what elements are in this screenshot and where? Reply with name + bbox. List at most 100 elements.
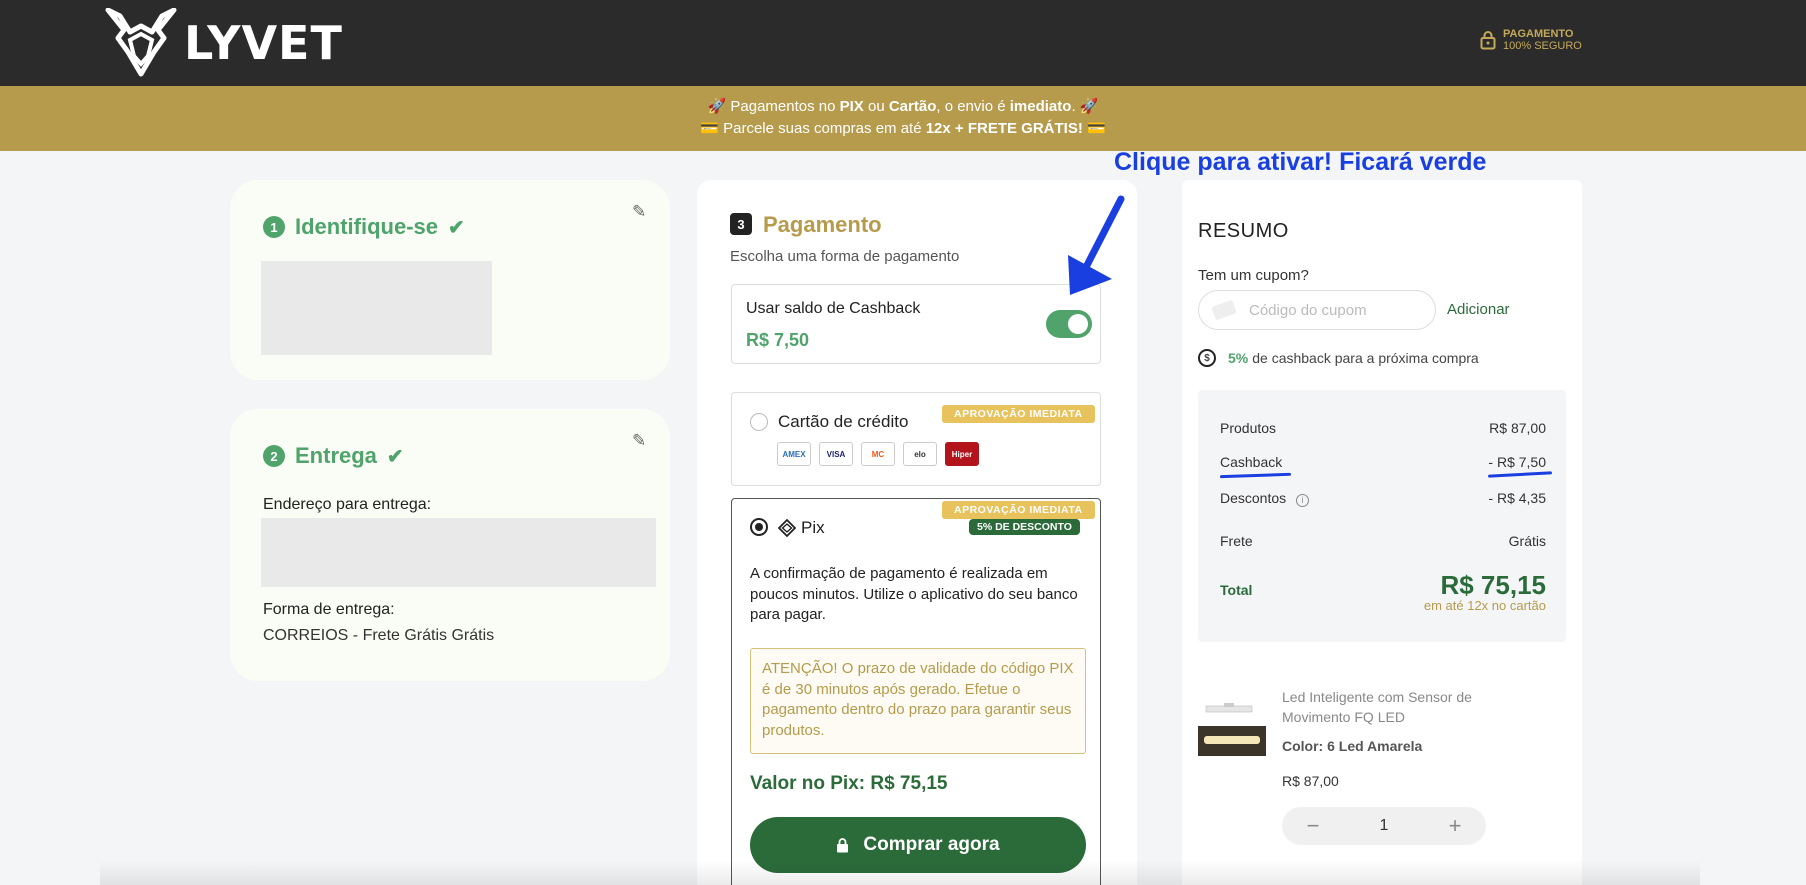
logo[interactable]: LYVET bbox=[104, 8, 343, 78]
delivery-card: 2 Entrega ✔ ✎ Endereço para entrega: For… bbox=[230, 409, 670, 681]
cashback-label: Usar saldo de Cashback bbox=[746, 300, 921, 317]
cashback-info: $ 5% de cashback para a próxima compra bbox=[1198, 349, 1479, 367]
annotation-arrow-icon bbox=[1068, 195, 1125, 295]
secure-line1: PAGAMENTO bbox=[1503, 28, 1574, 40]
product-price: R$ 87,00 bbox=[1282, 773, 1339, 789]
dollar-coin-icon: $ bbox=[1198, 349, 1216, 367]
total-row-shipping: Frete Grátis bbox=[1220, 533, 1546, 549]
promo-text: 🚀 Pagamentos no bbox=[707, 98, 840, 115]
coupon-question: Tem um cupom? bbox=[1198, 267, 1309, 284]
plus-icon[interactable]: + bbox=[1444, 813, 1466, 839]
secure-payment-badge: PAGAMENTO 100% SEGURO bbox=[1480, 28, 1582, 52]
step-title: Identifique-se bbox=[295, 214, 439, 239]
delivery-header: 2 Entrega ✔ bbox=[263, 443, 404, 469]
row-label: Descontos bbox=[1220, 490, 1287, 506]
step-title: Entrega bbox=[295, 443, 377, 468]
total-row-products: Produtos R$ 87,00 bbox=[1220, 420, 1546, 436]
logo-text: LYVET bbox=[184, 16, 343, 70]
credit-card-option[interactable]: Cartão de crédito APROVAÇÃO IMEDIATA AME… bbox=[731, 392, 1101, 486]
promo-text: , o envio é bbox=[936, 98, 1010, 115]
bottom-shadow bbox=[100, 860, 1700, 885]
payment-title: Pagamento bbox=[763, 212, 882, 237]
edit-pencil-icon[interactable]: ✎ bbox=[632, 431, 646, 451]
address-label: Endereço para entrega: bbox=[263, 496, 432, 513]
pix-radio[interactable] bbox=[750, 518, 768, 536]
step-number: 3 bbox=[730, 213, 752, 235]
pix-warning: ATENÇÃO! O prazo de validade do código P… bbox=[750, 648, 1086, 754]
promo-banner: 🚀 Pagamentos no PIX ou Cartão, o envio é… bbox=[0, 86, 1806, 151]
hipercard-icon: Hiper bbox=[945, 442, 979, 466]
quantity-value: 1 bbox=[1379, 817, 1389, 834]
row-value: Grátis bbox=[1508, 533, 1546, 549]
summary-card: RESUMO Tem um cupom? Código do cupom Adi… bbox=[1182, 180, 1582, 885]
payment-subtitle: Escolha uma forma de pagamento bbox=[730, 248, 960, 265]
row-value: R$ 87,00 bbox=[1489, 420, 1546, 436]
amex-icon: AMEX bbox=[777, 442, 811, 466]
pix-icon bbox=[778, 519, 796, 537]
row-label: Cashback bbox=[1220, 454, 1283, 470]
address-redacted bbox=[261, 518, 656, 587]
product-image bbox=[1198, 698, 1266, 756]
promo-text: ou bbox=[863, 98, 889, 115]
credit-card-radio[interactable] bbox=[750, 413, 768, 431]
coupon-input[interactable]: Código do cupom bbox=[1198, 290, 1436, 330]
promo-line-1: 🚀 Pagamentos no PIX ou Cartão, o envio é… bbox=[0, 96, 1806, 118]
check-icon: ✔ bbox=[448, 216, 465, 239]
pix-label: Pix bbox=[801, 518, 825, 537]
identify-card: 1 Identifique-se ✔ ✎ bbox=[230, 180, 670, 380]
step-number: 2 bbox=[263, 445, 285, 467]
promo-line-2: 💳 Parcele suas compras em até 12x + FRET… bbox=[0, 118, 1806, 140]
lock-icon bbox=[837, 837, 849, 852]
info-icon[interactable]: i bbox=[1296, 494, 1310, 507]
customer-info-redacted bbox=[261, 261, 492, 355]
total-row-cashback: Cashback - R$ 7,50 bbox=[1220, 454, 1546, 470]
cashback-toggle[interactable] bbox=[1046, 310, 1092, 338]
row-label: Frete bbox=[1220, 533, 1253, 549]
check-icon: ✔ bbox=[386, 445, 404, 468]
identify-header: 1 Identifique-se ✔ bbox=[263, 214, 465, 240]
cashback-pct: 5% bbox=[1228, 350, 1249, 366]
approval-badge: APROVAÇÃO IMEDIATA bbox=[942, 501, 1095, 519]
product-name: Led Inteligente com Sensor de Movimento … bbox=[1282, 689, 1472, 725]
pix-option[interactable]: Pix APROVAÇÃO IMEDIATA 5% DE DESCONTO A … bbox=[731, 498, 1101, 885]
lock-icon bbox=[1480, 31, 1496, 50]
promo-text: 💳 bbox=[1082, 120, 1106, 137]
mastercard-icon: MC bbox=[861, 442, 895, 466]
total-row-discounts: Descontos i - R$ 4,35 bbox=[1220, 490, 1546, 507]
shipping-method-value: CORREIOS - Frete Grátis Grátis bbox=[263, 627, 495, 644]
quantity-stepper: − 1 + bbox=[1282, 807, 1486, 845]
pix-discount-badge: 5% DE DESCONTO bbox=[969, 519, 1080, 535]
cashback-value: R$ 7,50 bbox=[746, 330, 810, 350]
cashback-option: Usar saldo de Cashback R$ 7,50 bbox=[731, 284, 1101, 364]
total-label: Total bbox=[1220, 582, 1253, 598]
edit-pencil-icon[interactable]: ✎ bbox=[632, 202, 646, 222]
promo-card: Cartão bbox=[888, 98, 937, 115]
cashback-value-underline bbox=[1487, 471, 1553, 478]
promo-installments: 12x + FRETE GRÁTIS! bbox=[925, 120, 1083, 137]
pix-value: Valor no Pix: R$ 75,15 bbox=[750, 773, 948, 794]
row-value: - R$ 7,50 bbox=[1488, 454, 1546, 470]
row-value: - R$ 4,35 bbox=[1488, 490, 1546, 506]
buy-now-label: Comprar agora bbox=[863, 834, 1000, 855]
promo-text: . 🚀 bbox=[1071, 98, 1099, 115]
pix-description: A confirmação de pagamento é realizada e… bbox=[750, 565, 1078, 623]
minus-icon[interactable]: − bbox=[1302, 813, 1324, 839]
card-brands: AMEX VISA MC elo Hiper bbox=[777, 442, 979, 466]
credit-card-label: Cartão de crédito bbox=[778, 412, 909, 431]
secure-line2: 100% SEGURO bbox=[1503, 40, 1582, 52]
totals-box: Produtos R$ 87,00 Cashback - R$ 7,50 Des… bbox=[1198, 390, 1566, 642]
total-installments: em até 12x no cartão bbox=[1423, 598, 1546, 613]
cashback-text: de cashback para a próxima compra bbox=[1252, 350, 1479, 366]
shipping-method-label: Forma de entrega: bbox=[263, 601, 395, 618]
total-value: R$ 75,15 bbox=[1440, 570, 1546, 600]
top-bar: LYVET PAGAMENTO 100% SEGURO bbox=[0, 0, 1806, 86]
add-coupon-button[interactable]: Adicionar bbox=[1447, 301, 1510, 318]
coupon-tag-icon bbox=[1211, 299, 1237, 321]
promo-immediate: imediato bbox=[1009, 98, 1072, 115]
product-color: Color: 6 Led Amarela bbox=[1282, 738, 1423, 754]
coupon-placeholder: Código do cupom bbox=[1249, 301, 1367, 319]
promo-pix: PIX bbox=[839, 98, 864, 115]
approval-badge: APROVAÇÃO IMEDIATA bbox=[942, 405, 1095, 423]
summary-title: RESUMO bbox=[1198, 220, 1289, 242]
elo-icon: elo bbox=[903, 442, 937, 466]
